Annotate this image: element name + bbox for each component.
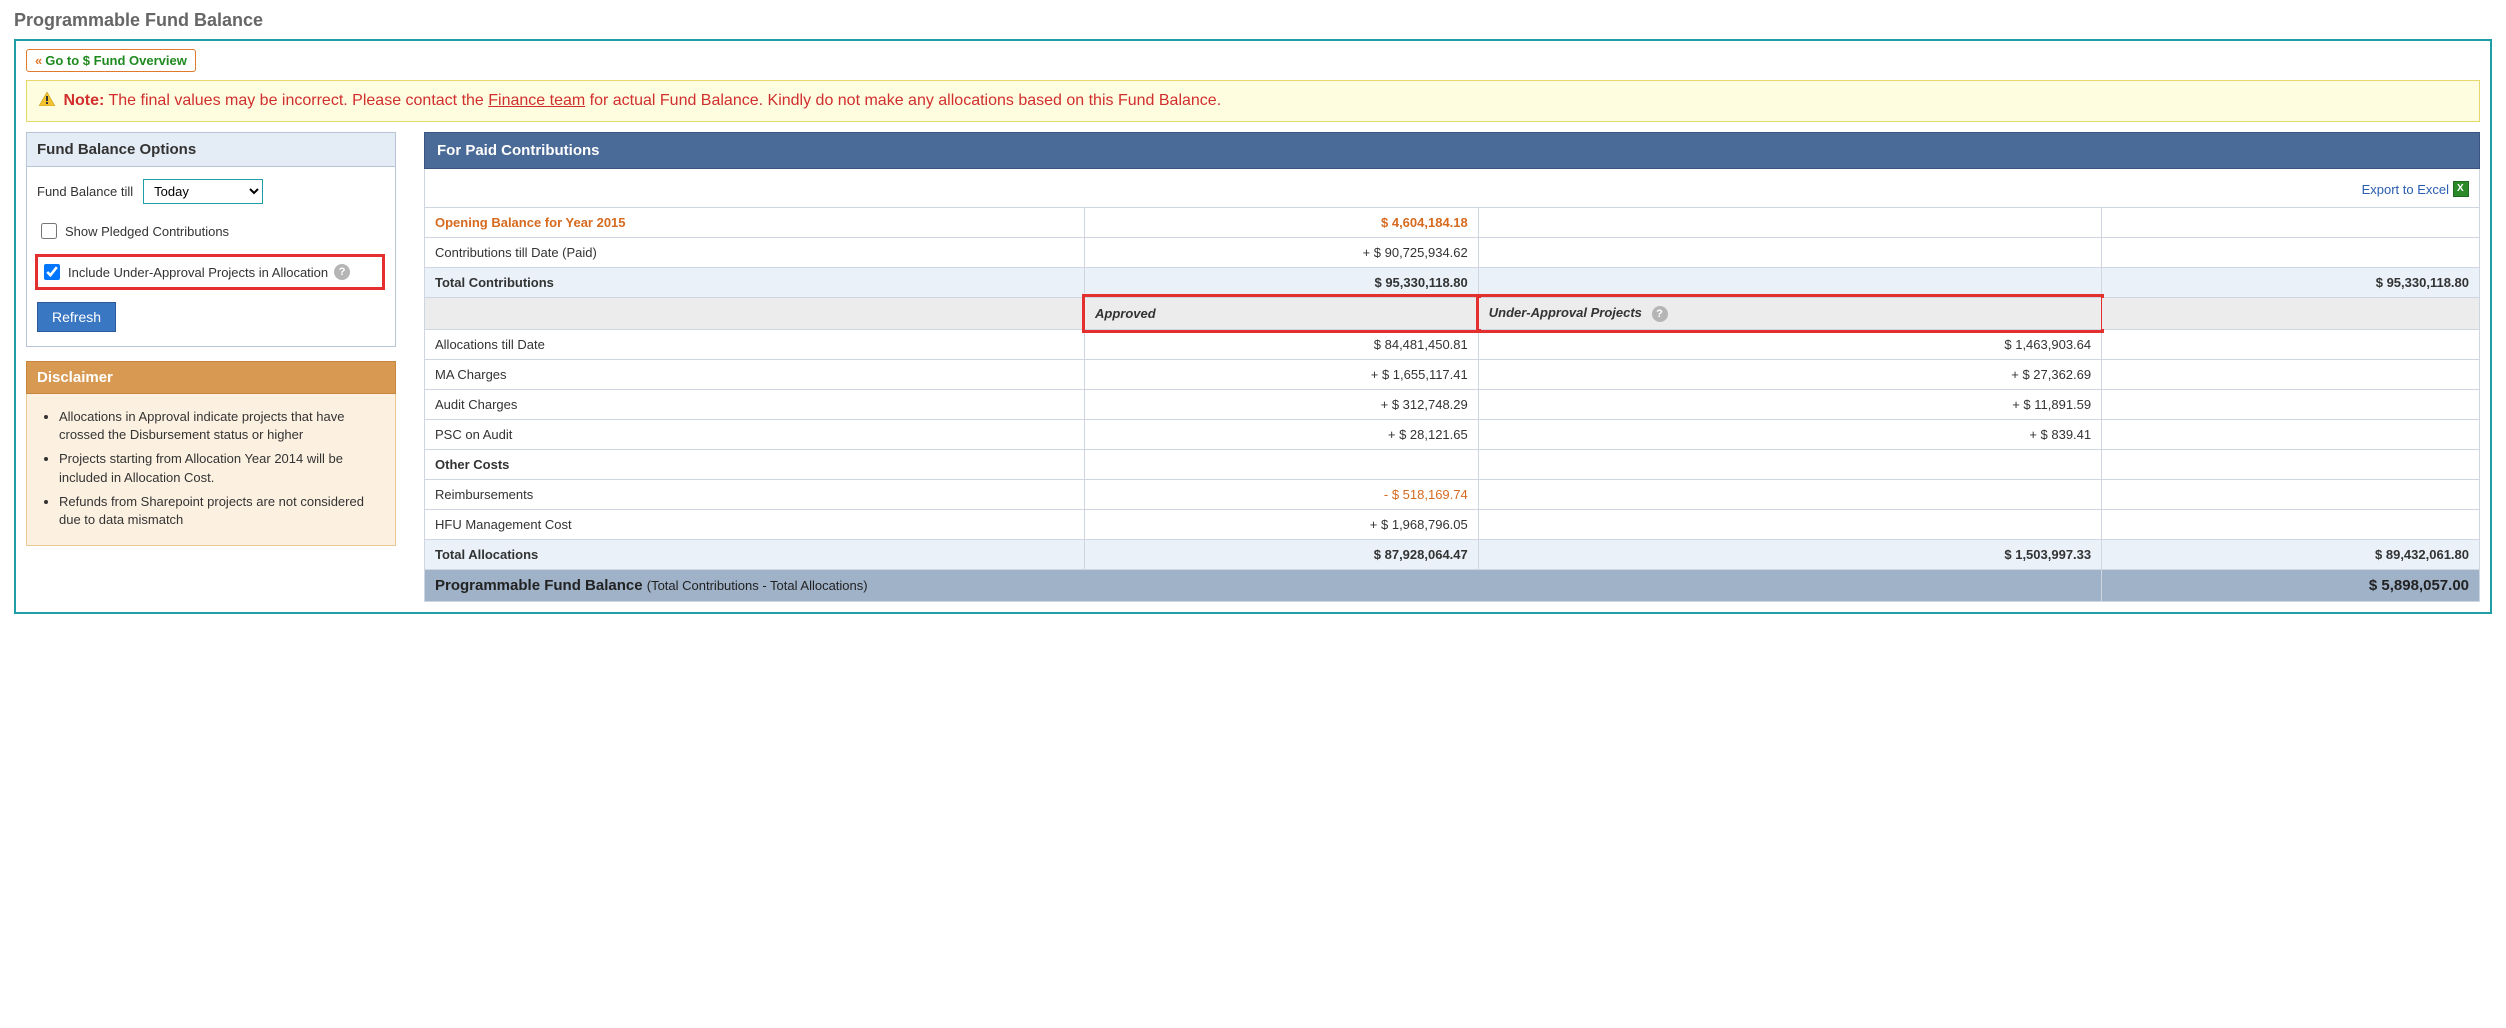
show-pledged-checkbox[interactable] — [41, 223, 57, 239]
row-label: PSC on Audit — [425, 419, 1085, 449]
reimbursements-label: Reimbursements — [425, 479, 1085, 509]
reimbursements-value: - $ 518,169.74 — [1085, 479, 1479, 509]
chevron-left-icon: « — [35, 53, 42, 68]
row-approved: + $ 1,655,117.41 — [1085, 359, 1479, 389]
fund-balance-till-select[interactable]: Today — [143, 179, 263, 204]
col-under-approval: Under-Approval Projects ? — [1478, 298, 2101, 330]
page-title: Programmable Fund Balance — [14, 10, 2492, 31]
total-contributions-approved: $ 95,330,118.80 — [1085, 268, 1479, 298]
options-panel-title: Fund Balance Options — [27, 133, 395, 167]
note-text-1: The final values may be incorrect. Pleas… — [109, 92, 489, 109]
export-excel-label: Export to Excel — [2362, 182, 2449, 197]
hfu-cost-label: HFU Management Cost — [425, 509, 1085, 539]
include-under-approval-row: Include Under-Approval Projects in Alloc… — [35, 254, 385, 290]
table-header: For Paid Contributions — [424, 132, 2480, 169]
total-allocations-label: Total Allocations — [425, 539, 1085, 569]
total-allocations-approved: $ 87,928,064.47 — [1085, 539, 1479, 569]
back-link-label: Go to $ Fund Overview — [45, 53, 187, 68]
refresh-button[interactable]: Refresh — [37, 302, 116, 332]
contributions-value: + $ 90,725,934.62 — [1085, 238, 1479, 268]
options-panel: Fund Balance Options Fund Balance till T… — [26, 132, 396, 347]
row-under: $ 1,463,903.64 — [1478, 329, 2101, 359]
include-under-approval-checkbox[interactable] — [44, 264, 60, 280]
excel-icon — [2453, 181, 2469, 197]
row-under: + $ 839.41 — [1478, 419, 2101, 449]
col-approved: Approved — [1085, 298, 1479, 330]
disclaimer-title: Disclaimer — [26, 361, 396, 394]
fund-balance-till-label: Fund Balance till — [37, 184, 133, 199]
total-allocations-under: $ 1,503,997.33 — [1478, 539, 2101, 569]
total-contributions-label: Total Contributions — [425, 268, 1085, 298]
opening-balance-label: Opening Balance for Year 2015 — [425, 208, 1085, 238]
disclaimer-item: Projects starting from Allocation Year 2… — [59, 450, 381, 486]
warning-note: Note: The final values may be incorrect.… — [26, 80, 2480, 122]
row-approved: + $ 312,748.29 — [1085, 389, 1479, 419]
hfu-cost-value: + $ 1,968,796.05 — [1085, 509, 1479, 539]
total-contributions-grand: $ 95,330,118.80 — [2102, 268, 2480, 298]
opening-balance-value: $ 4,604,184.18 — [1085, 208, 1479, 238]
row-approved: $ 84,481,450.81 — [1085, 329, 1479, 359]
help-icon[interactable]: ? — [334, 264, 350, 280]
warning-icon — [39, 90, 55, 104]
include-under-approval-label: Include Under-Approval Projects in Alloc… — [68, 265, 328, 280]
row-label: Allocations till Date — [425, 329, 1085, 359]
disclaimer-panel: Disclaimer Allocations in Approval indic… — [26, 361, 396, 546]
total-allocations-grand: $ 89,432,061.80 — [2102, 539, 2480, 569]
row-label: Audit Charges — [425, 389, 1085, 419]
note-label: Note: — [63, 92, 104, 109]
show-pledged-label: Show Pledged Contributions — [65, 224, 229, 239]
row-label: MA Charges — [425, 359, 1085, 389]
main-container: «Go to $ Fund Overview Note: The final v… — [14, 39, 2492, 614]
export-excel-link[interactable]: Export to Excel — [2362, 182, 2469, 197]
note-text-2: for actual Fund Balance. Kindly do not m… — [585, 92, 1221, 109]
contributions-label: Contributions till Date (Paid) — [425, 238, 1085, 268]
row-approved: + $ 28,121.65 — [1085, 419, 1479, 449]
grand-total-value: $ 5,898,057.00 — [2102, 569, 2480, 601]
row-under: + $ 11,891.59 — [1478, 389, 2101, 419]
fund-balance-table: Opening Balance for Year 2015 $ 4,604,18… — [424, 207, 2480, 602]
back-to-overview-link[interactable]: «Go to $ Fund Overview — [26, 49, 196, 72]
grand-total-label: Programmable Fund Balance (Total Contrib… — [425, 569, 2102, 601]
other-costs-label: Other Costs — [425, 449, 1085, 479]
help-icon[interactable]: ? — [1652, 306, 1668, 322]
finance-team-link[interactable]: Finance team — [488, 92, 585, 109]
disclaimer-item: Allocations in Approval indicate project… — [59, 408, 381, 444]
disclaimer-item: Refunds from Sharepoint projects are not… — [59, 493, 381, 529]
row-under: + $ 27,362.69 — [1478, 359, 2101, 389]
